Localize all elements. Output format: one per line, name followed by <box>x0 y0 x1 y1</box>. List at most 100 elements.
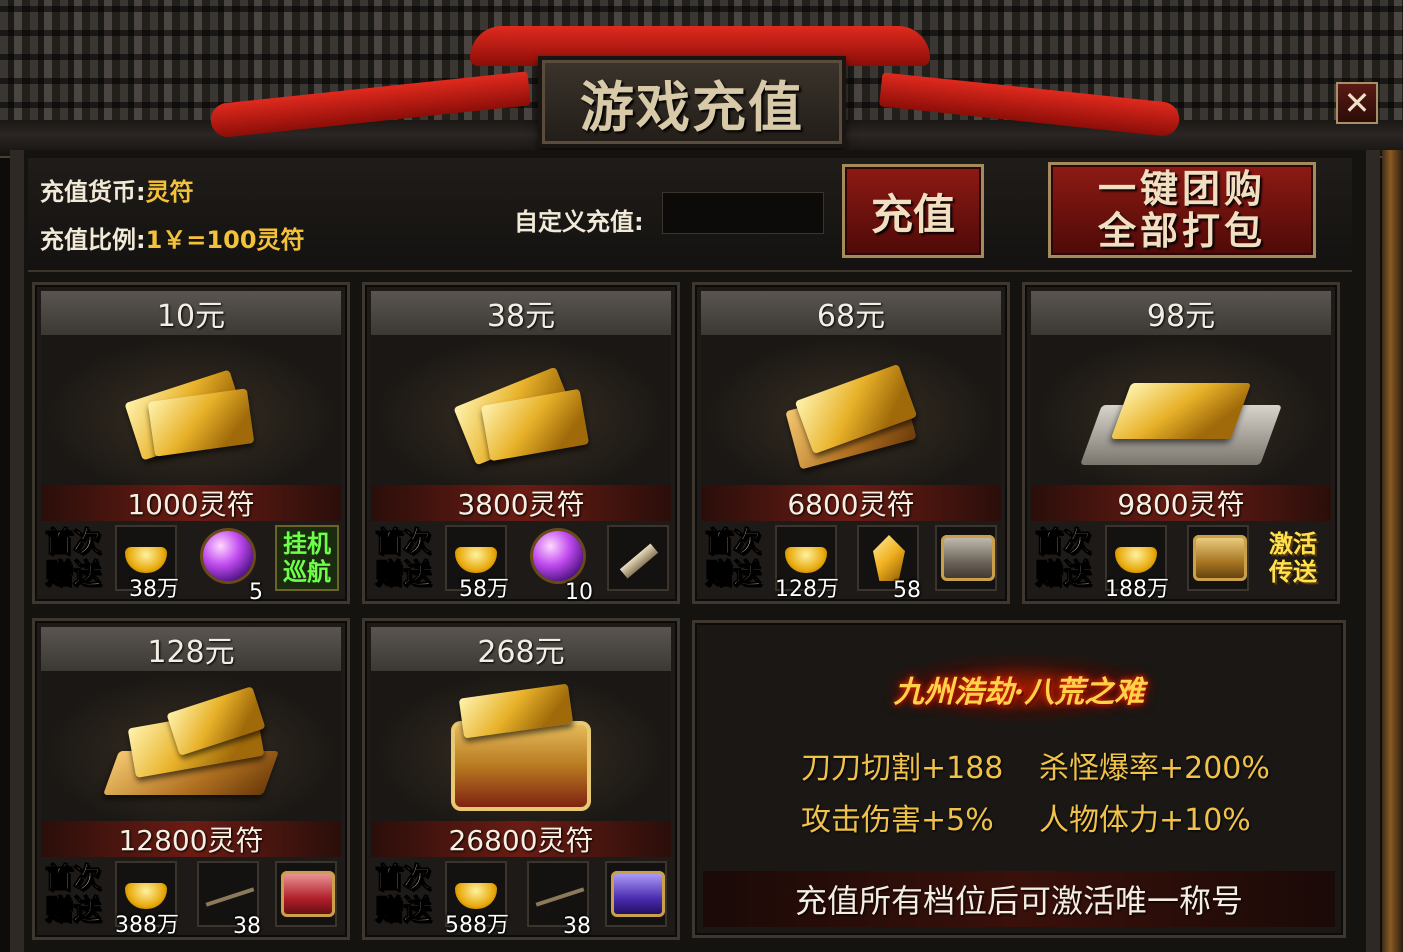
currency-value: 灵符 <box>145 178 194 206</box>
purple-orb-icon <box>533 531 583 581</box>
gift-row: 首次 赠送 188万 激活 传送 <box>1031 525 1331 602</box>
gift-slot[interactable]: 5 <box>197 525 263 605</box>
gift-slot[interactable]: 58 <box>857 525 921 603</box>
gift-qty: 5 <box>249 580 263 605</box>
window-title: 游戏充值 <box>580 74 804 139</box>
gift-row: 首次 赠送 38万 5 挂机 巡航 <box>41 525 341 605</box>
teleport-badge[interactable]: 激活 传送 <box>1261 525 1325 591</box>
gold-stack-art <box>41 671 341 821</box>
bundle-line1: 一键团购 <box>1097 166 1266 211</box>
first-gift-label: 首次 赠送 <box>44 525 101 590</box>
package-amount: 3800灵符 <box>371 485 671 521</box>
gift-slot[interactable]: 188万 <box>1105 525 1169 602</box>
gift-qty: 38万 <box>129 577 179 602</box>
package-card-268[interactable]: 268元 26800灵符 首次 赠送 588万 38 <box>362 618 680 940</box>
gift-qty: 38 <box>563 914 591 939</box>
bonus-stat: 人物体力+10% <box>1039 803 1251 838</box>
bonus-footer: 充值所有档位后可激活唯一称号 <box>703 871 1335 927</box>
gold-ingot-icon <box>455 883 497 909</box>
package-card-128[interactable]: 128元 12800灵符 首次 赠送 388万 38 <box>32 618 350 940</box>
gift-slot[interactable]: 38万 <box>115 525 179 602</box>
scroll-icon <box>619 543 659 579</box>
bonus-panel: 九州浩劫·八荒之难 刀刀切割+188 杀怪爆率+200% 攻击伤害+5% 人物体… <box>692 620 1346 938</box>
package-card-10[interactable]: 10元 1000灵符 首次 赠送 38万 5 挂机 巡航 <box>32 282 350 605</box>
fishing-rod-icon <box>205 887 255 907</box>
red-chest-icon <box>281 871 335 917</box>
package-price: 38元 <box>371 291 671 335</box>
gold-crystal-icon <box>873 535 905 581</box>
first-gift-label: 首次 赠送 <box>44 861 101 926</box>
gift-row: 首次 赠送 128万 58 <box>701 525 1001 603</box>
custom-recharge-input[interactable] <box>662 192 824 234</box>
close-icon: ✕ <box>1343 84 1371 122</box>
gift-qty: 58万 <box>459 577 509 602</box>
recharge-button[interactable]: 充值 <box>842 164 984 258</box>
bundle-line2: 全部打包 <box>1097 208 1266 253</box>
info-bar: 充值货币:灵符 充值比例:1￥=100灵符 自定义充值: 充值 一键团购 全部打… <box>28 158 1352 272</box>
package-card-68[interactable]: 68元 6800灵符 首次 赠送 128万 58 <box>692 282 1010 604</box>
gold-chest-icon <box>1193 535 1247 581</box>
package-amount: 9800灵符 <box>1031 485 1331 521</box>
package-amount: 6800灵符 <box>701 485 1001 521</box>
custom-recharge-label: 自定义充值: <box>514 208 644 236</box>
gold-ingot-icon <box>455 547 497 573</box>
currency-label: 充值货币: <box>40 178 146 206</box>
package-price: 98元 <box>1031 291 1331 335</box>
currency-row: 充值货币:灵符 <box>40 172 194 207</box>
gold-paper-art <box>701 335 1001 485</box>
gift-slot[interactable]: 388万 <box>115 861 179 938</box>
first-gift-label: 首次 赠送 <box>1034 525 1091 590</box>
bonus-stat: 刀刀切割+188 <box>801 751 1004 786</box>
gift-slot[interactable] <box>605 861 667 927</box>
gold-paper-art <box>41 335 341 485</box>
gift-slot[interactable] <box>1187 525 1249 591</box>
gift-slot[interactable]: 10 <box>527 525 593 605</box>
gift-slot[interactable] <box>275 861 337 927</box>
first-gift-label: 首次 赠送 <box>704 525 761 590</box>
auto-cruise-badge[interactable]: 挂机 巡航 <box>275 525 339 591</box>
gift-qty: 388万 <box>115 913 179 938</box>
bundle-purchase-button[interactable]: 一键团购 全部打包 <box>1048 162 1316 258</box>
side-decoration <box>1382 150 1403 952</box>
gift-slot[interactable] <box>935 525 997 591</box>
gold-ingot-icon <box>125 883 167 909</box>
first-gift-label: 首次 赠送 <box>374 861 431 926</box>
package-card-98[interactable]: 98元 9800灵符 首次 赠送 188万 激活 传送 <box>1022 282 1340 604</box>
gift-qty: 188万 <box>1105 577 1169 602</box>
package-card-38[interactable]: 38元 3800灵符 首次 赠送 58万 10 <box>362 282 680 605</box>
package-price: 68元 <box>701 291 1001 335</box>
purple-chest-icon <box>611 871 665 917</box>
purple-orb-icon <box>203 531 253 581</box>
gift-slot[interactable]: 128万 <box>775 525 839 602</box>
package-amount: 26800灵符 <box>371 821 671 857</box>
bonus-stat: 攻击伤害+5% <box>801 803 994 838</box>
gift-qty: 38 <box>233 914 261 939</box>
treasure-chest-art <box>371 671 671 821</box>
ratio-label: 充值比例: <box>40 226 146 254</box>
gold-book-art <box>1031 335 1331 485</box>
fishing-rod-icon <box>535 887 585 907</box>
gold-paper-art <box>371 335 671 485</box>
package-price: 268元 <box>371 627 671 671</box>
ratio-row: 充值比例:1￥=100灵符 <box>40 220 305 255</box>
first-gift-label: 首次 赠送 <box>374 525 431 590</box>
gift-qty: 58 <box>893 578 921 603</box>
package-price: 128元 <box>41 627 341 671</box>
gift-slot[interactable]: 588万 <box>445 861 509 938</box>
gold-ingot-icon <box>785 547 827 573</box>
gift-row: 首次 赠送 58万 10 <box>371 525 671 605</box>
gold-ingot-icon <box>1115 547 1157 573</box>
package-amount: 1000灵符 <box>41 485 341 521</box>
package-amount: 12800灵符 <box>41 821 341 857</box>
title-plaque: 游戏充值 <box>538 56 846 148</box>
silver-chest-icon <box>941 535 995 581</box>
gift-slot[interactable]: 58万 <box>445 525 509 602</box>
close-button[interactable]: ✕ <box>1336 82 1378 124</box>
gift-qty: 10 <box>565 580 593 605</box>
gift-slot[interactable]: 38 <box>527 861 591 939</box>
ratio-value: 1￥=100灵符 <box>145 226 305 254</box>
gift-slot[interactable] <box>607 525 669 591</box>
gift-row: 首次 赠送 588万 38 <box>371 861 671 939</box>
bonus-stat: 杀怪爆率+200% <box>1039 751 1270 786</box>
gift-slot[interactable]: 38 <box>197 861 261 939</box>
